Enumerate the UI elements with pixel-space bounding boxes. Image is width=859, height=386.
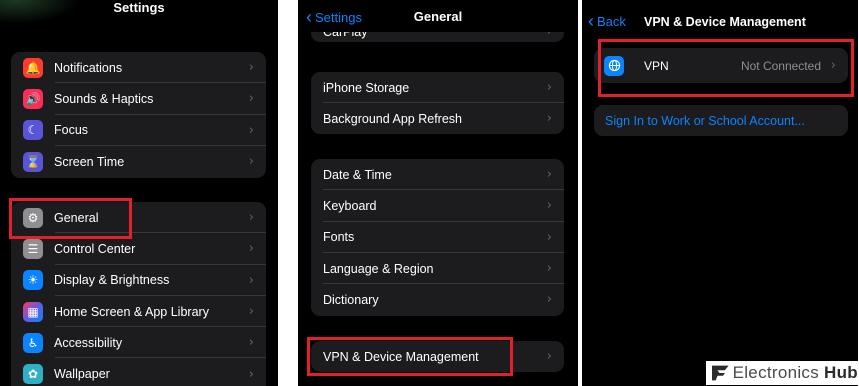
chevron-right-icon: › [248,304,254,320]
settings-item-accessibility[interactable]: ♿ Accessibility › [11,327,266,359]
settings-item-notifications[interactable]: 🔔 Notifications › [11,52,266,84]
globe-icon [604,55,624,76]
settings-item-control-center[interactable]: ☰ Control Center › [11,233,266,265]
chevron-right-icon: › [546,111,552,127]
general-item-label: Fonts [323,230,355,245]
hourglass-icon: ⌛ [23,151,43,172]
chevron-right-icon: › [248,122,254,138]
general-item-date-time[interactable]: Date & Time › [311,159,564,191]
chevron-right-icon: › [546,167,552,183]
settings-screen: Settings 🔔 Notifications › 🔊 Sounds & Ha… [0,0,278,386]
settings-item-label: General [54,210,99,225]
general-item-vpn-device-management[interactable]: VPN & Device Management › [311,341,564,372]
general-item-fonts[interactable]: Fonts › [311,222,564,253]
settings-item-label: Notifications [54,60,123,75]
vpn-label: VPN [644,58,669,73]
settings-item-label: Wallpaper [54,367,110,382]
settings-item-label: Focus [54,123,89,138]
general-item-label: VPN & Device Management [323,349,479,364]
settings-item-label: Control Center [54,241,136,256]
chevron-right-icon: › [546,80,552,96]
settings-item-screen-time[interactable]: ⌛ Screen Time › [11,146,266,177]
settings-item-label: Sounds & Haptics [54,91,154,106]
sun-icon: ☀ [23,270,43,291]
vpn-row[interactable]: VPN Not Connected › [594,48,848,83]
watermark: Electronics Hub [706,361,858,385]
general-item-background-app-refresh[interactable]: Background App Refresh › [311,103,564,134]
page-title: VPN & Device Management [644,15,806,29]
gear-icon: ⚙ [23,207,43,228]
general-group-2: Date & Time › Keyboard › Fonts › Languag… [311,159,564,316]
person-icon: ♿ [23,332,43,353]
speaker-icon: 🔊 [23,88,43,109]
electronics-hub-logo-icon [712,365,729,381]
page-title: General [413,9,463,24]
general-item-label: iPhone Storage [323,80,410,95]
general-item-dictionary[interactable]: Dictionary › [311,284,564,315]
settings-item-display-brightness[interactable]: ☀ Display & Brightness › [11,265,266,296]
settings-item-wallpaper[interactable]: ✿ Wallpaper › [11,358,266,386]
chevron-right-icon: › [546,229,552,245]
chevron-right-icon: › [248,60,254,76]
chevron-right-icon: › [248,366,254,382]
vpn-group: VPN Not Connected › [594,48,848,83]
settings-item-label: Accessibility [54,335,123,350]
general-item-label: Keyboard [323,198,377,213]
chevron-right-icon: › [248,335,254,351]
vpn-status: Not Connected [740,58,821,73]
chevron-right-icon: › [546,349,552,365]
chevron-right-icon: › [248,241,254,257]
grid-icon: ▦ [23,301,43,322]
sign-in-group: Sign In to Work or School Account... [594,105,848,136]
sign-in-link[interactable]: Sign In to Work or School Account... [605,114,805,128]
chevron-right-icon: › [248,91,254,107]
moon-icon: ☾ [23,120,43,141]
sign-in-row[interactable]: Sign In to Work or School Account... [594,105,848,136]
general-item-iphone-storage[interactable]: iPhone Storage › [311,72,564,104]
chevron-right-icon: › [248,272,254,288]
general-item-label: Dictionary [323,292,379,307]
back-label: Back [597,13,626,29]
general-item-keyboard[interactable]: Keyboard › [311,190,564,222]
chevron-right-icon: › [546,198,552,214]
settings-item-sounds-haptics[interactable]: 🔊 Sounds & Haptics › [11,83,266,115]
watermark-brand-bold: Hub [824,363,858,382]
general-item-label: Language & Region [323,261,434,276]
settings-item-label: Display & Brightness [54,273,170,288]
chevron-right-icon: › [248,210,254,226]
settings-item-focus[interactable]: ☾ Focus › [11,115,266,146]
general-item-language-region[interactable]: Language & Region › [311,253,564,285]
flower-icon: ✿ [23,364,43,385]
chevron-left-icon: ‹ [588,11,594,31]
settings-item-home-screen[interactable]: ▦ Home Screen & App Library › [11,296,266,328]
settings-item-label: Home Screen & App Library [54,304,209,319]
settings-group-1: 🔔 Notifications › 🔊 Sounds & Haptics › ☾… [11,52,266,178]
watermark-brand: Electronics [732,363,820,382]
page-title: Settings [113,0,165,15]
back-button[interactable]: ‹ Back [588,12,626,30]
chevron-right-icon: › [248,154,254,170]
settings-group-2: ⚙ General › ☰ Control Center › ☀ Display… [11,202,266,386]
settings-item-label: Screen Time [54,154,125,169]
general-item-label: Background App Refresh [323,111,462,126]
general-item-label: Date & Time [323,167,392,182]
vpn-device-management-screen: ‹ Back VPN & Device Management VPN Not C… [582,0,858,386]
bell-icon: 🔔 [23,57,43,78]
general-screen: ‹ Settings General CarPlay › ‹ Settings … [298,0,578,386]
general-group-1: iPhone Storage › Background App Refresh … [311,72,564,134]
chevron-right-icon: › [546,261,552,277]
toggles-icon: ☰ [23,238,43,259]
general-group-3: VPN & Device Management › [311,341,564,372]
chevron-right-icon: › [546,292,552,308]
chevron-right-icon: › [830,58,836,73]
settings-item-general[interactable]: ⚙ General › [11,202,266,234]
